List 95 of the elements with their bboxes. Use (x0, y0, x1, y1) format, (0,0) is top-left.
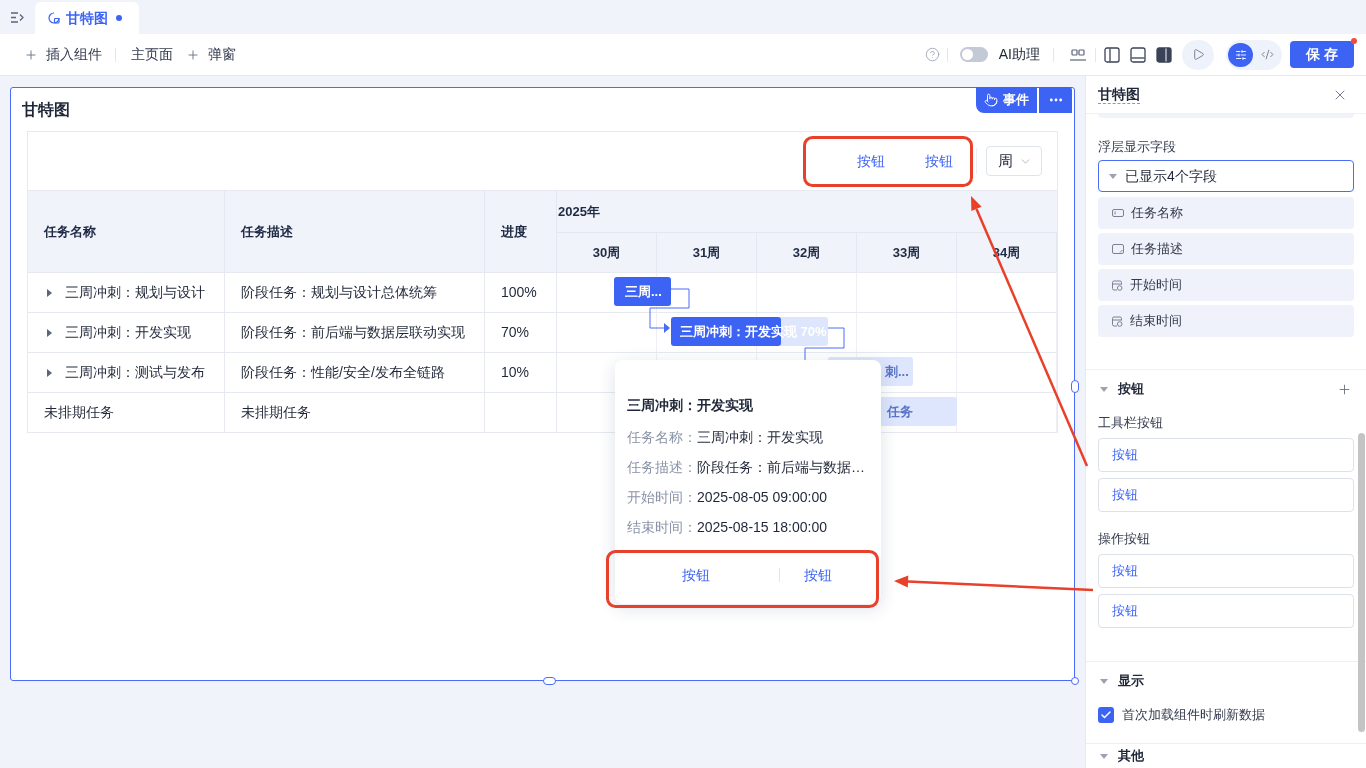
field-value: 2025-08-15 18:00:00 (697, 517, 827, 537)
field-item[interactable]: 结束时间 (1098, 305, 1354, 337)
toolbar-button[interactable]: 按钮 (911, 146, 967, 176)
table-cell-text: 三周冲刺：测试与发布 (65, 363, 205, 382)
calendar-clock-icon (1112, 279, 1123, 291)
gantt-bar[interactable]: 三周... (614, 277, 671, 306)
field-item[interactable]: 任务描述 (1098, 233, 1354, 265)
column-header: 任务名称 (28, 191, 225, 272)
field-item[interactable]: 任务名称 (1098, 197, 1354, 229)
right-panel-icon[interactable] (1156, 46, 1172, 63)
section-title[interactable]: 按钮 (1118, 379, 1144, 399)
field-value: 三周冲刺：开发实现 (697, 427, 823, 447)
left-panel-icon[interactable] (1104, 46, 1120, 63)
sidebar-toggle-icon[interactable] (10, 11, 25, 23)
tooltip-title: 三周冲刺：开发实现 (627, 396, 753, 415)
add-button[interactable]: 弹窗 (186, 40, 236, 69)
column-header: 30周 (557, 233, 657, 272)
page-tab[interactable]: 主页面 (131, 40, 173, 69)
table-cell-text: 未排期任务 (44, 403, 114, 422)
checkbox[interactable] (1098, 707, 1114, 723)
table-cell: 阶段任务：性能/安全/发布全链路 (225, 353, 485, 392)
settings-mode-button[interactable] (1228, 42, 1253, 67)
caret-icon[interactable] (47, 368, 52, 377)
group-label: 操作按钮 (1098, 530, 1151, 548)
save-button[interactable]: 保 存 (1290, 41, 1354, 68)
sliders-icon (1234, 48, 1247, 61)
field-label: 任务描述： (627, 457, 697, 477)
button-config-item[interactable]: 按钮 (1098, 554, 1354, 588)
column-header: 32周 (757, 233, 857, 272)
preview-button[interactable] (1182, 39, 1214, 70)
table-cell: 未排期任务 (225, 393, 485, 432)
button-config-item[interactable]: 按钮 (1098, 478, 1354, 512)
section-title[interactable]: 显示 (1118, 671, 1144, 691)
event-button[interactable]: 事件 (976, 87, 1037, 113)
table-cell: 阶段任务：规划与设计总体统筹 (225, 273, 485, 312)
columns-icon[interactable] (1070, 48, 1086, 61)
group-label: 工具栏按钮 (1098, 414, 1164, 432)
year-header: 2025年 (557, 191, 1057, 232)
field-group-label: 浮层显示字段 (1098, 138, 1177, 156)
code-icon (1261, 48, 1274, 61)
table-cell: 阶段任务：前后端与数据层联动实现 (225, 313, 485, 352)
bar-label: 刺... (885, 362, 909, 381)
action-button[interactable]: 按钮 (791, 560, 845, 590)
bar-label: 三周... (625, 282, 662, 301)
calendar-clock-icon (1112, 315, 1123, 327)
action-button[interactable]: 按钮 (621, 560, 771, 590)
plus-icon (24, 47, 38, 62)
input-field-icon (1112, 209, 1124, 217)
field-label: 开始时间： (627, 487, 697, 507)
caret-icon[interactable] (1100, 386, 1108, 392)
plus-icon[interactable] (1337, 381, 1352, 397)
ai-toggle[interactable] (959, 47, 988, 62)
table-cell-text: 三周冲刺：开发实现 (65, 323, 191, 342)
caret-icon[interactable] (47, 328, 52, 337)
button-config-item[interactable]: 按钮 (1098, 594, 1354, 628)
more-button[interactable] (1039, 87, 1072, 113)
field-item[interactable]: 开始时间 (1098, 269, 1354, 301)
section-title[interactable]: 其他 (1118, 746, 1144, 766)
resize-handle[interactable] (543, 677, 556, 685)
table-cell: 10% (485, 353, 557, 392)
plus-icon (186, 47, 200, 62)
hand-pointer-icon (984, 93, 998, 107)
ai-assistant-label: AI助理 (998, 45, 1040, 64)
field-label: 任务名称： (627, 427, 697, 447)
panel-title: 甘特图 (1098, 85, 1140, 104)
table-cell: 70% (485, 313, 557, 352)
column-header: 任务描述 (225, 191, 485, 272)
bottom-panel-icon[interactable] (1130, 46, 1146, 63)
checkbox-label: 首次加载组件时刷新数据 (1122, 706, 1265, 725)
caret-icon[interactable] (47, 288, 52, 297)
fields-select[interactable]: 已显示4个字段 (1098, 160, 1354, 192)
resize-handle[interactable] (1071, 380, 1079, 393)
bar-label: 任务 (887, 402, 913, 421)
component-title: 甘特图 (22, 100, 70, 120)
table-cell: 100% (485, 273, 557, 312)
tab[interactable]: 甘特图 (35, 2, 139, 34)
column-header: 33周 (857, 233, 957, 272)
column-header: 31周 (657, 233, 757, 272)
help-icon[interactable] (924, 47, 940, 62)
component-icon (48, 12, 60, 24)
caret-icon[interactable] (1100, 753, 1108, 759)
scrollbar-thumb[interactable] (1358, 433, 1365, 732)
field-label: 结束时间： (627, 517, 697, 537)
play-icon (1191, 48, 1205, 61)
resize-handle[interactable] (1071, 677, 1079, 685)
toolbar-button[interactable]: 按钮 (843, 146, 899, 176)
text-area-icon (1112, 244, 1124, 254)
table-cell-text: 三周冲刺：规划与设计 (65, 283, 205, 302)
field-value: 2025-08-05 09:00:00 (697, 487, 827, 507)
field-value: 阶段任务：前后端与数据… (697, 457, 865, 477)
add-button[interactable]: 插入组件 (24, 40, 102, 69)
scale-select[interactable]: 周 (986, 146, 1042, 176)
button-config-item[interactable]: 按钮 (1098, 438, 1354, 472)
check-icon (1100, 709, 1112, 721)
caret-icon[interactable] (1100, 678, 1108, 684)
